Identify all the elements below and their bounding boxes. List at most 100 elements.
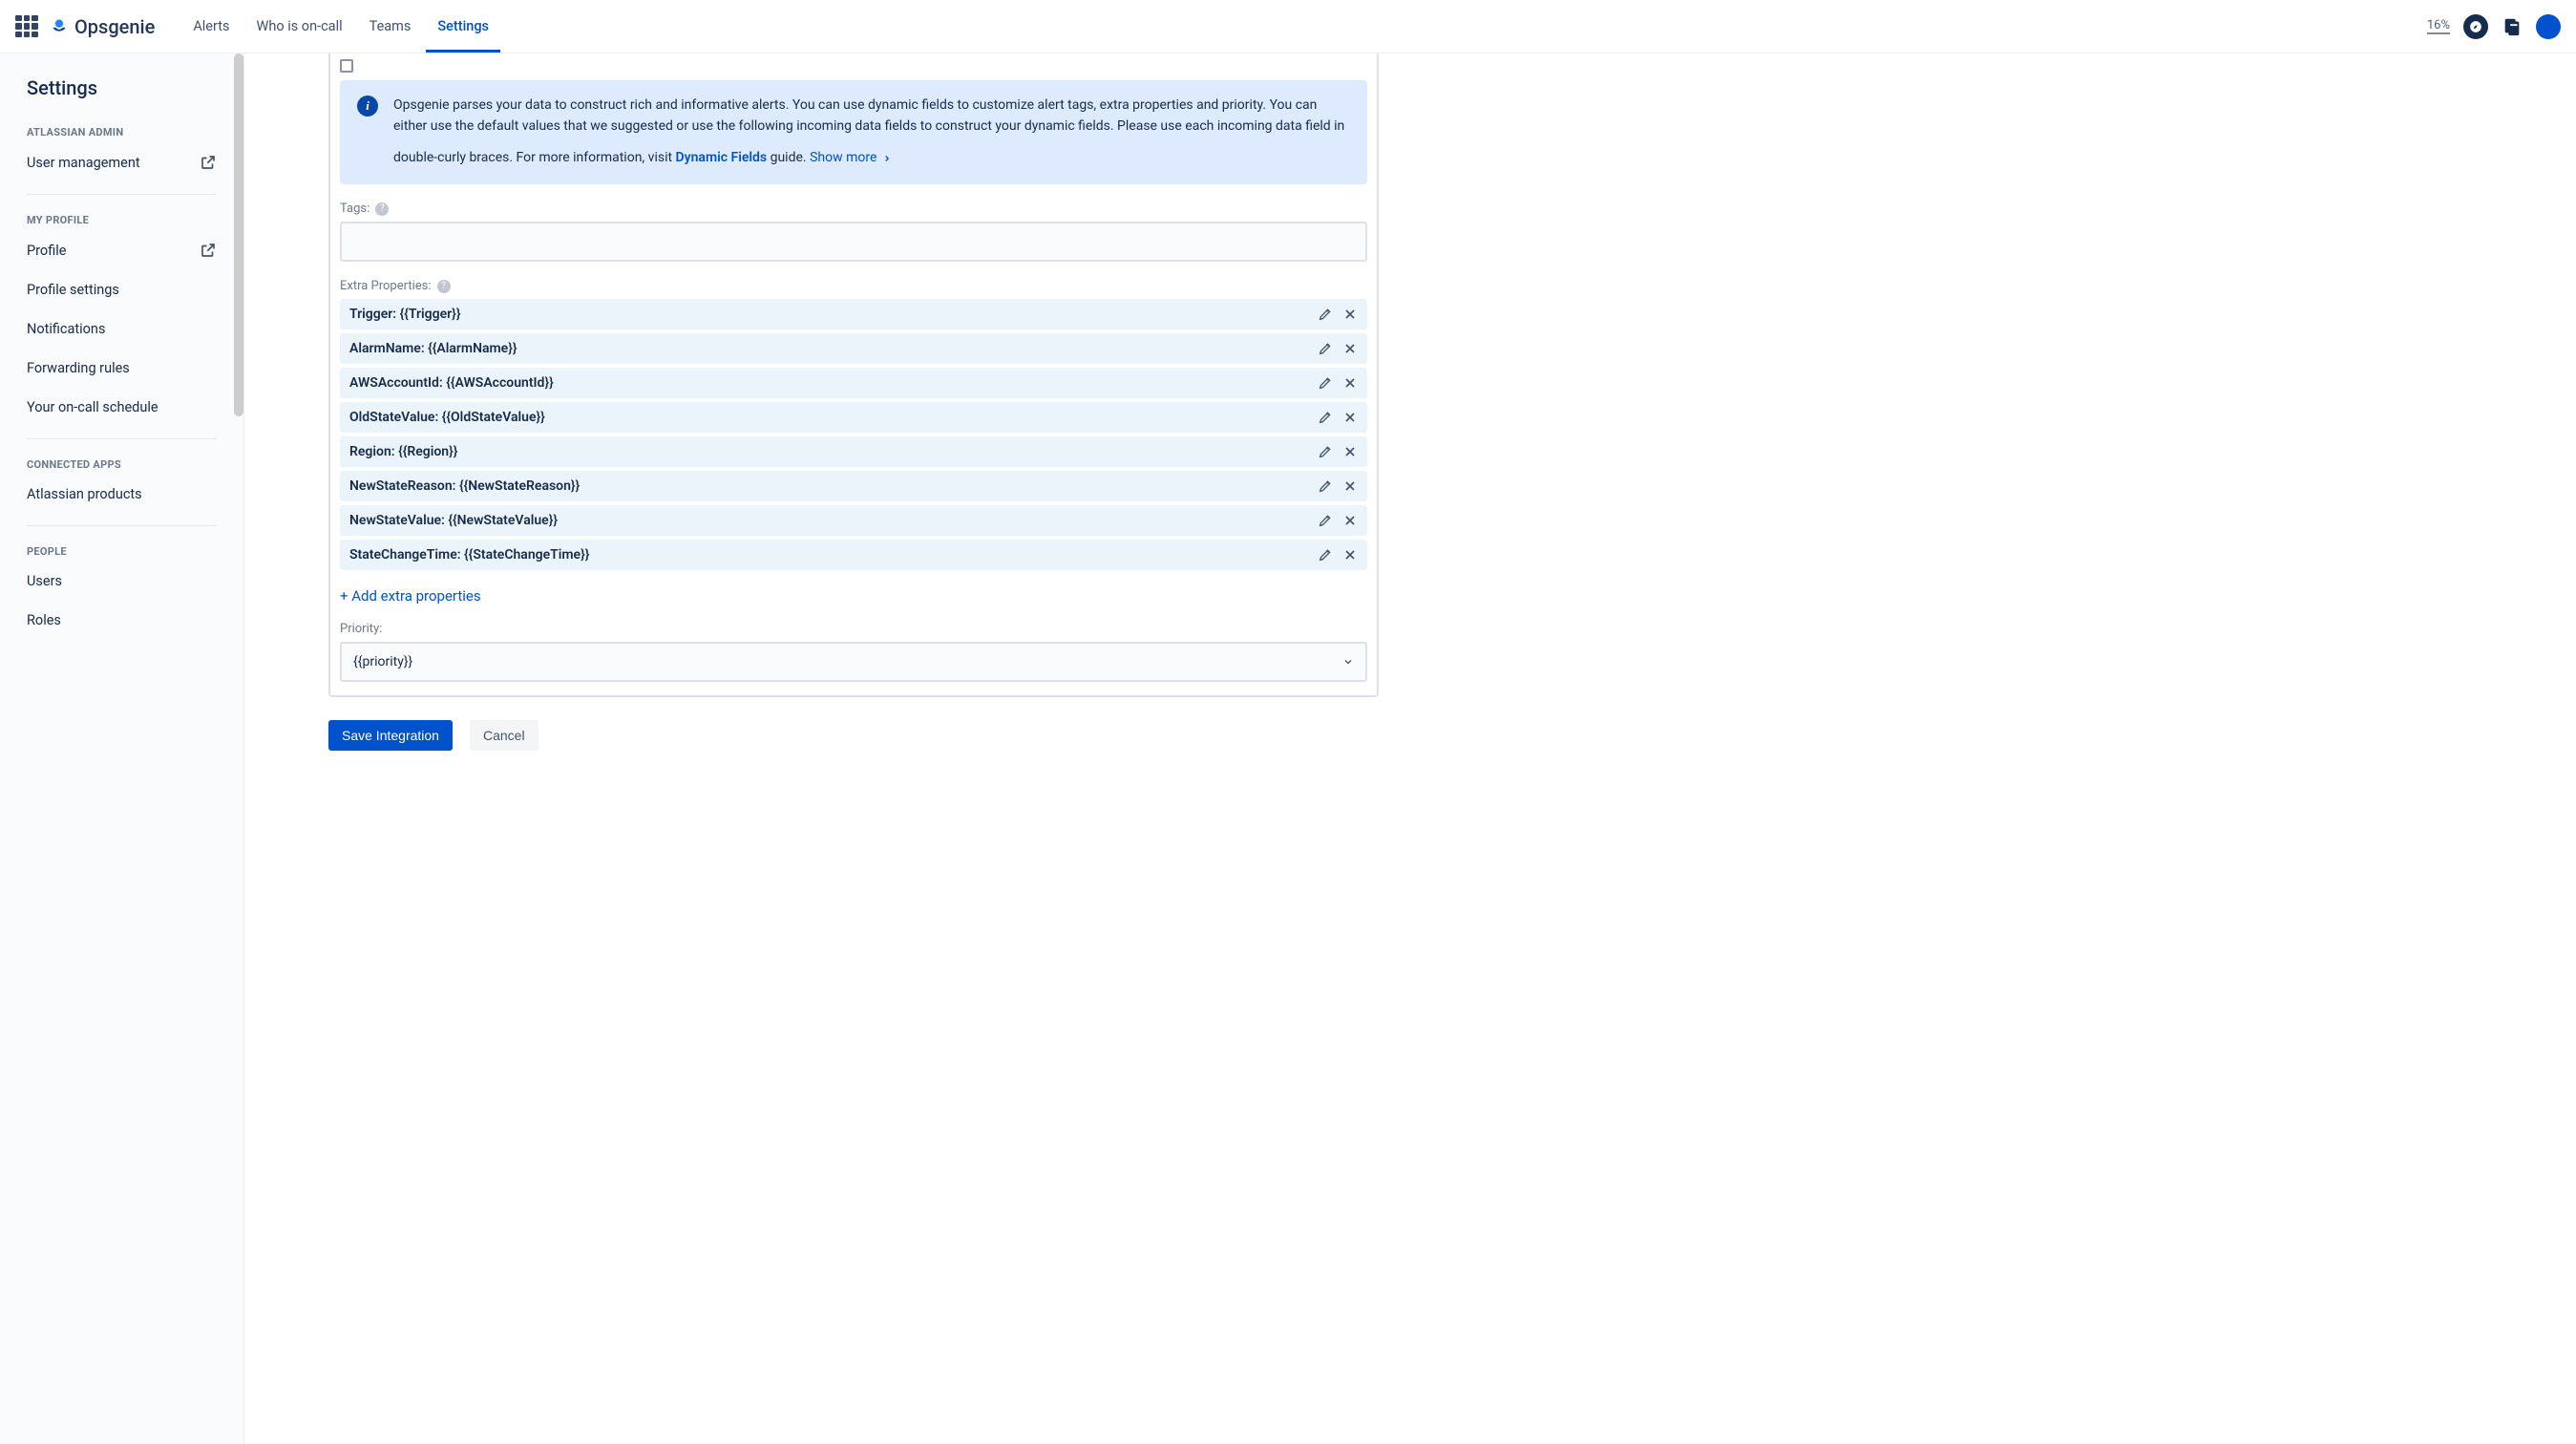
nav-who-is-on-call[interactable]: Who is on-call bbox=[244, 1, 353, 53]
sidebar-item-label: Forwarding rules bbox=[27, 360, 130, 376]
property-text: Trigger: {{Trigger}} bbox=[349, 307, 1318, 322]
close-icon[interactable] bbox=[1342, 410, 1358, 425]
property-row: NewStateValue: {{NewStateValue}} bbox=[340, 505, 1367, 536]
form-buttons: Save Integration Cancel bbox=[328, 720, 1379, 751]
priority-select[interactable]: {{priority}} bbox=[340, 642, 1367, 682]
close-icon[interactable] bbox=[1342, 341, 1358, 356]
tags-label: Tags: ? bbox=[340, 202, 1367, 216]
property-row: StateChangeTime: {{StateChangeTime}} bbox=[340, 540, 1367, 570]
sidebar-title: Settings bbox=[27, 76, 217, 99]
avatar-icon[interactable] bbox=[2536, 14, 2561, 39]
sidebar-item-label: Roles bbox=[27, 612, 61, 628]
priority-label: Priority: bbox=[340, 622, 1367, 636]
divider bbox=[27, 194, 217, 195]
info-text-after: guide. bbox=[771, 150, 807, 165]
external-link-icon bbox=[200, 154, 217, 171]
sidebar-item-notifications[interactable]: Notifications bbox=[27, 321, 217, 337]
extra-properties-list: Trigger: {{Trigger}} AlarmName: {{AlarmN… bbox=[340, 299, 1367, 570]
close-icon[interactable] bbox=[1342, 444, 1358, 459]
property-text: OldStateValue: {{OldStateValue}} bbox=[349, 410, 1318, 425]
product-logo[interactable]: Opsgenie bbox=[50, 15, 155, 38]
nav-settings[interactable]: Settings bbox=[426, 1, 500, 53]
sidebar-item-label: Profile bbox=[27, 243, 66, 259]
property-row: Trigger: {{Trigger}} bbox=[340, 299, 1367, 329]
priority-value: {{priority}} bbox=[353, 654, 412, 669]
edit-icon[interactable] bbox=[1318, 547, 1333, 563]
sidebar-item-label: Your on-call schedule bbox=[27, 399, 158, 415]
divider bbox=[27, 525, 217, 526]
extra-properties-label: Extra Properties: ? bbox=[340, 279, 1367, 293]
close-icon[interactable] bbox=[1342, 478, 1358, 494]
property-text: AlarmName: {{AlarmName}} bbox=[349, 341, 1318, 356]
close-icon[interactable] bbox=[1342, 547, 1358, 563]
sidebar-item-profile[interactable]: Profile bbox=[27, 242, 217, 259]
property-row: OldStateValue: {{OldStateValue}} bbox=[340, 402, 1367, 433]
property-text: AWSAccountId: {{AWSAccountId}} bbox=[349, 375, 1318, 391]
sidebar-item-label: Atlassian products bbox=[27, 486, 142, 502]
section-connected-apps: CONNECTED APPS bbox=[27, 458, 217, 471]
help-icon[interactable]: ? bbox=[437, 280, 451, 293]
sidebar-item-user-management[interactable]: User management bbox=[27, 154, 217, 171]
show-more-link[interactable]: Show more bbox=[810, 148, 892, 169]
property-row: AlarmName: {{AlarmName}} bbox=[340, 333, 1367, 364]
divider bbox=[27, 438, 217, 439]
sidebar-item-profile-settings[interactable]: Profile settings bbox=[27, 282, 217, 298]
main-content: i Opsgenie parses your data to construct… bbox=[244, 53, 2576, 1444]
sidebar: Settings ATLASSIAN ADMIN User management… bbox=[0, 53, 244, 1444]
product-name: Opsgenie bbox=[74, 15, 155, 38]
edit-icon[interactable] bbox=[1318, 341, 1333, 356]
help-icon[interactable]: ? bbox=[375, 202, 389, 216]
close-icon[interactable] bbox=[1342, 375, 1358, 391]
sidebar-item-atlassian-products[interactable]: Atlassian products bbox=[27, 486, 217, 502]
dynamic-fields-link[interactable]: Dynamic Fields bbox=[676, 150, 768, 165]
compass-icon[interactable] bbox=[2463, 14, 2488, 39]
property-row: NewStateReason: {{NewStateReason}} bbox=[340, 471, 1367, 501]
sidebar-item-users[interactable]: Users bbox=[27, 573, 217, 589]
section-atlassian-admin: ATLASSIAN ADMIN bbox=[27, 126, 217, 138]
section-people: PEOPLE bbox=[27, 545, 217, 558]
sidebar-item-label: User management bbox=[27, 155, 140, 171]
property-text: Region: {{Region}} bbox=[349, 444, 1318, 459]
sidebar-item-roles[interactable]: Roles bbox=[27, 612, 217, 628]
property-row: AWSAccountId: {{AWSAccountId}} bbox=[340, 368, 1367, 398]
close-icon[interactable] bbox=[1342, 513, 1358, 528]
nav-alerts[interactable]: Alerts bbox=[181, 1, 241, 53]
property-text: NewStateReason: {{NewStateReason}} bbox=[349, 478, 1318, 494]
property-row: Region: {{Region}} bbox=[340, 436, 1367, 467]
section-my-profile: MY PROFILE bbox=[27, 214, 217, 226]
header-percent[interactable]: 16% bbox=[2427, 18, 2450, 34]
edit-icon[interactable] bbox=[1318, 410, 1333, 425]
app-switcher-icon[interactable] bbox=[15, 15, 38, 38]
header-right: 16% bbox=[2427, 14, 2561, 39]
info-icon: i bbox=[357, 96, 378, 117]
sidebar-item-your-on-call-schedule[interactable]: Your on-call schedule bbox=[27, 399, 217, 415]
property-text: NewStateValue: {{NewStateValue}} bbox=[349, 513, 1318, 528]
add-extra-properties-link[interactable]: + Add extra properties bbox=[340, 587, 481, 605]
edit-icon[interactable] bbox=[1318, 375, 1333, 391]
save-integration-button[interactable]: Save Integration bbox=[328, 720, 453, 751]
show-more-label: Show more bbox=[810, 148, 876, 169]
sidebar-item-label: Profile settings bbox=[27, 282, 119, 298]
top-header: Opsgenie Alerts Who is on-call Teams Set… bbox=[0, 0, 2576, 53]
whats-new-icon[interactable] bbox=[2502, 16, 2523, 37]
edit-icon[interactable] bbox=[1318, 478, 1333, 494]
tags-input[interactable] bbox=[340, 222, 1367, 262]
external-link-icon bbox=[200, 242, 217, 259]
info-panel: i Opsgenie parses your data to construct… bbox=[340, 80, 1367, 184]
sidebar-item-forwarding-rules[interactable]: Forwarding rules bbox=[27, 360, 217, 376]
checkbox[interactable] bbox=[340, 59, 353, 73]
edit-icon[interactable] bbox=[1318, 513, 1333, 528]
sidebar-item-label: Users bbox=[27, 573, 62, 589]
property-text: StateChangeTime: {{StateChangeTime}} bbox=[349, 547, 1318, 563]
edit-icon[interactable] bbox=[1318, 307, 1333, 322]
integration-form: i Opsgenie parses your data to construct… bbox=[328, 53, 1379, 697]
close-icon[interactable] bbox=[1342, 307, 1358, 322]
cancel-button[interactable]: Cancel bbox=[470, 720, 538, 751]
edit-icon[interactable] bbox=[1318, 444, 1333, 459]
top-nav: Alerts Who is on-call Teams Settings bbox=[181, 1, 500, 53]
sidebar-scrollbar[interactable] bbox=[234, 53, 243, 416]
sidebar-item-label: Notifications bbox=[27, 321, 105, 337]
chevron-down-icon bbox=[1342, 656, 1354, 668]
nav-teams[interactable]: Teams bbox=[358, 1, 423, 53]
opsgenie-logo-icon bbox=[50, 17, 69, 36]
